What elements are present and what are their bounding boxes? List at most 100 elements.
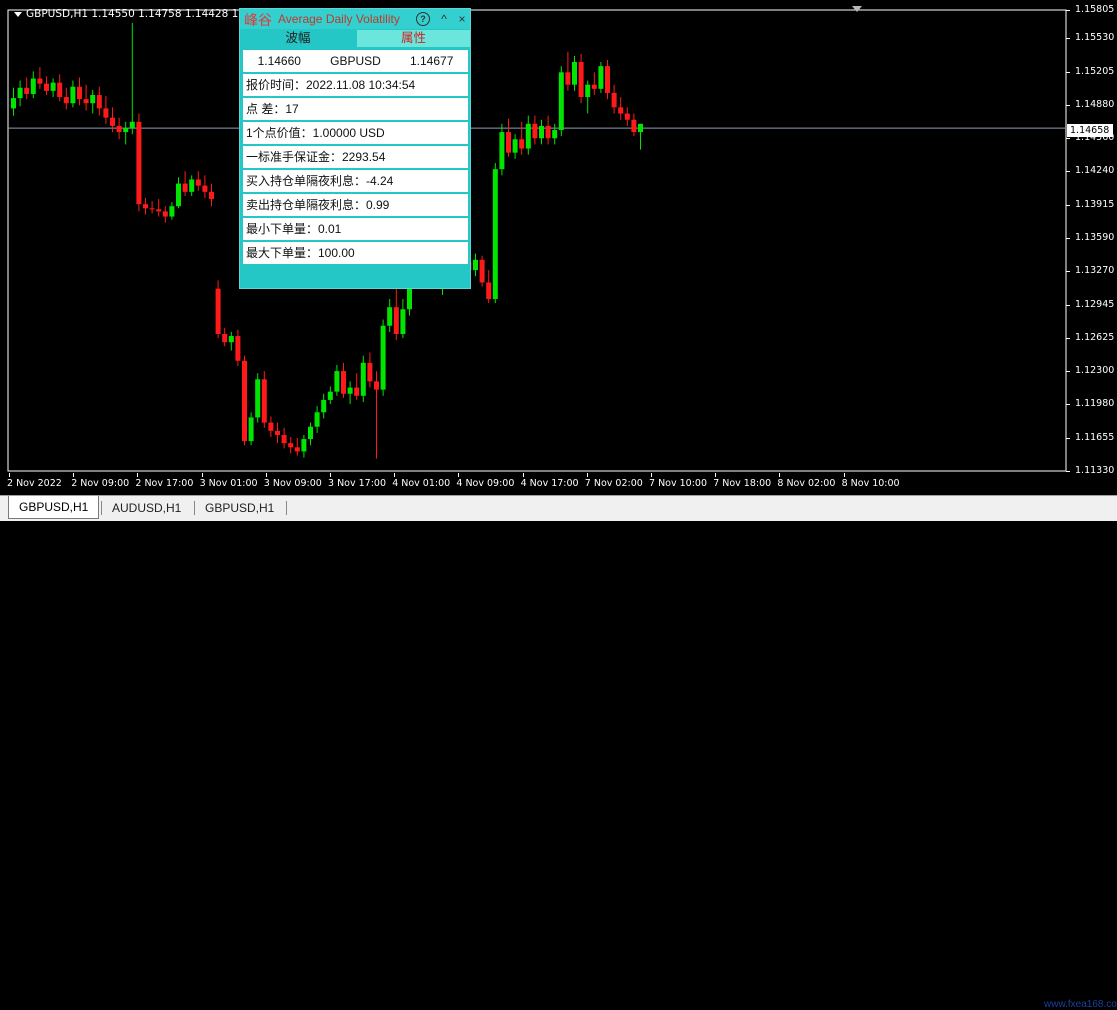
candle-body bbox=[281, 434, 287, 444]
properties-table: 1.14660 GBPUSD 1.14677 报价时间：2022.11.08 1… bbox=[243, 50, 468, 266]
candle bbox=[37, 67, 43, 89]
chart-tab-audusd-h1[interactable]: AUDUSD,H1 bbox=[102, 498, 191, 518]
collapse-icon[interactable]: ^ bbox=[436, 11, 452, 27]
time-tick bbox=[201, 473, 203, 477]
bid-price: 1.14660 bbox=[257, 54, 301, 68]
close-icon[interactable]: × bbox=[454, 11, 470, 27]
candle bbox=[545, 115, 551, 145]
candle-body bbox=[123, 127, 129, 133]
price-tick-label: 1.14240 bbox=[1075, 165, 1115, 177]
candle-body bbox=[215, 288, 221, 334]
candlestick-chart-svg[interactable] bbox=[0, 0, 1117, 495]
candle-body bbox=[387, 307, 393, 326]
candle bbox=[473, 253, 478, 277]
time-tick-label: 4 Nov 17:00 bbox=[520, 478, 579, 489]
chart-tab-gbpusd-h1-2[interactable]: GBPUSD,H1 bbox=[195, 498, 284, 518]
price-tick-label: 1.11655 bbox=[1075, 431, 1115, 443]
price-tick-label: 1.13270 bbox=[1075, 265, 1115, 277]
candle bbox=[242, 355, 247, 446]
candle bbox=[70, 80, 76, 108]
candle bbox=[189, 175, 195, 196]
candle-body bbox=[492, 169, 498, 299]
candle bbox=[552, 123, 558, 145]
candle-body bbox=[96, 94, 102, 109]
candle-body bbox=[156, 209, 162, 212]
candle-body bbox=[57, 82, 63, 98]
candle-body bbox=[552, 130, 558, 139]
watermark: www.fxea168.com bbox=[1044, 999, 1117, 1010]
candle bbox=[123, 121, 129, 145]
candle bbox=[525, 115, 531, 155]
price-tick-label: 1.15205 bbox=[1075, 65, 1115, 77]
candle-body bbox=[129, 121, 135, 128]
candle-body bbox=[624, 113, 630, 120]
candle bbox=[202, 175, 208, 199]
chart-tab-bar: GBPUSD,H1 AUDUSD,H1 GBPUSD,H1 www.fxea16… bbox=[0, 495, 1117, 1010]
candle-body bbox=[400, 309, 406, 334]
price-tick bbox=[1066, 171, 1070, 173]
chart-shift-marker-icon[interactable] bbox=[852, 6, 862, 12]
candle-body bbox=[242, 360, 247, 442]
time-tick bbox=[265, 473, 267, 477]
price-tick bbox=[1066, 304, 1070, 306]
price-tick bbox=[1066, 271, 1070, 273]
candle bbox=[195, 171, 201, 191]
price-tick-label: 1.13590 bbox=[1075, 232, 1115, 244]
candle bbox=[228, 331, 234, 351]
candle-body bbox=[525, 123, 531, 149]
candle bbox=[275, 422, 280, 444]
candle bbox=[327, 386, 333, 405]
candle bbox=[347, 381, 353, 405]
time-tick bbox=[458, 473, 460, 477]
tab-divider bbox=[286, 501, 287, 515]
candle-body bbox=[334, 371, 340, 392]
candle bbox=[149, 201, 155, 214]
dropdown-arrow-icon[interactable] bbox=[14, 11, 22, 17]
candle-body bbox=[591, 84, 597, 89]
current-price-label: 1.14658 bbox=[1067, 124, 1113, 137]
candle-body bbox=[374, 381, 379, 390]
candle bbox=[143, 198, 148, 215]
panel-titlebar[interactable]: 峰谷 Average Daily Volatility ? ^ × bbox=[240, 9, 470, 29]
candle bbox=[17, 80, 23, 107]
price-tick bbox=[1066, 337, 1070, 339]
candle-body bbox=[248, 417, 254, 442]
candle-body bbox=[598, 66, 604, 89]
candle-body bbox=[347, 387, 353, 394]
candle bbox=[334, 364, 340, 396]
chart-tab-gbpusd-h1[interactable]: GBPUSD,H1 bbox=[8, 496, 100, 519]
price-chart[interactable]: GBPUSD,H1 1.14550 1.14758 1.14428 1.1465… bbox=[0, 0, 1117, 495]
candle-body bbox=[565, 72, 571, 85]
candle bbox=[294, 438, 300, 456]
candle bbox=[638, 123, 643, 150]
swap-short-row: 卖出持仓单隔夜利息：0.99 bbox=[243, 194, 468, 216]
candle bbox=[532, 115, 538, 145]
swap-long-row: 买入持仓单隔夜利息：-4.24 bbox=[243, 170, 468, 192]
time-tick bbox=[651, 473, 652, 477]
candle bbox=[83, 84, 89, 111]
candle-body bbox=[512, 139, 518, 153]
candle-body bbox=[532, 123, 538, 139]
candle bbox=[57, 74, 63, 102]
help-icon[interactable]: ? bbox=[416, 12, 430, 26]
candle-body bbox=[479, 259, 485, 283]
price-tick bbox=[1066, 371, 1070, 373]
time-tick-label: 2 Nov 09:00 bbox=[71, 478, 130, 489]
candle bbox=[565, 51, 571, 91]
candle bbox=[499, 123, 505, 176]
price-tick-label: 1.12625 bbox=[1075, 331, 1115, 343]
price-tick-label: 1.15805 bbox=[1075, 4, 1115, 15]
candle-body bbox=[63, 97, 69, 104]
candle bbox=[30, 71, 36, 99]
price-tick-label: 1.11330 bbox=[1075, 465, 1115, 476]
candle-body bbox=[321, 399, 327, 413]
tab-volatility[interactable]: 波幅 bbox=[240, 30, 356, 47]
candle bbox=[96, 86, 102, 116]
price-tick-label: 1.11980 bbox=[1075, 398, 1115, 410]
candle bbox=[374, 371, 379, 459]
candle-body bbox=[308, 426, 313, 440]
candle-body bbox=[393, 307, 399, 334]
candle-body bbox=[261, 379, 267, 423]
tab-properties[interactable]: 属性 bbox=[357, 30, 470, 47]
candle bbox=[558, 66, 564, 137]
